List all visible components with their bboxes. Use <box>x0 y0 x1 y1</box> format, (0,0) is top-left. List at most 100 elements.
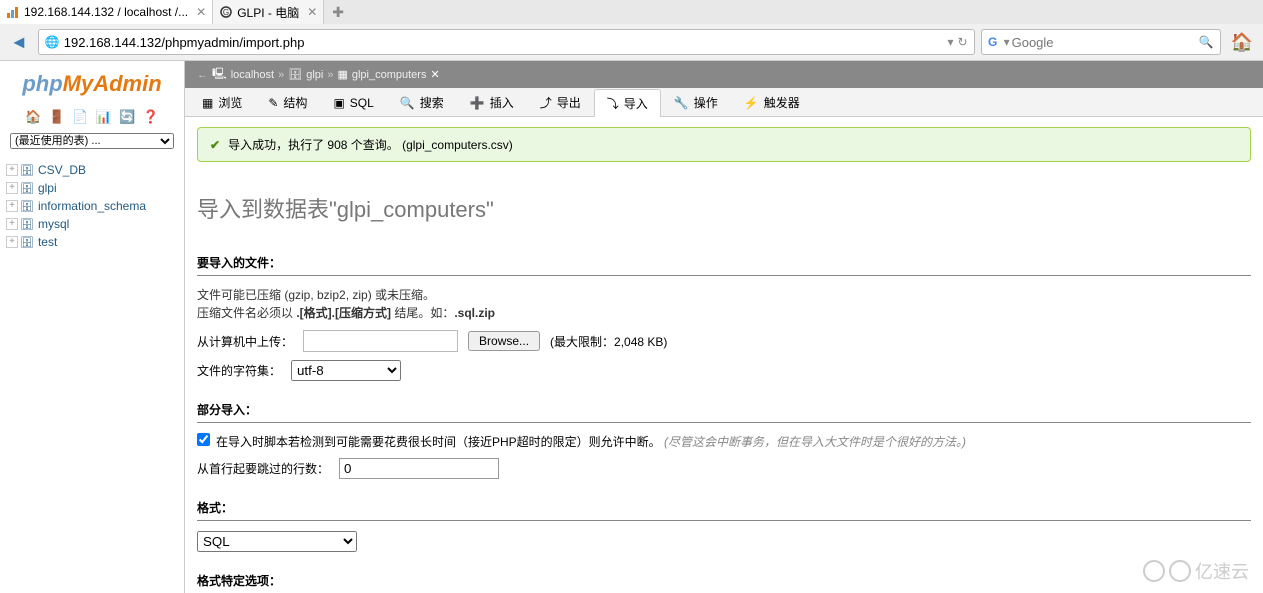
tab-label: 192.168.144.132 / localhost /... <box>24 5 188 19</box>
allow-interrupt-checkbox[interactable] <box>197 433 210 446</box>
expand-icon[interactable]: + <box>6 164 18 176</box>
tab-browse[interactable]: ▦浏览 <box>189 88 255 116</box>
glpi-favicon: G <box>219 5 233 19</box>
browser-tab-1[interactable]: 192.168.144.132 / localhost /... ✕ <box>0 0 213 24</box>
search-icon: 🔍 <box>400 96 415 110</box>
file-limit: (最大限制：2,048 KB) <box>550 333 667 350</box>
tab-import[interactable]: ⤵导入 <box>594 89 661 117</box>
insert-icon: ➕ <box>470 96 485 110</box>
cloud-icon <box>1143 560 1165 582</box>
browser-tab-2[interactable]: G GLPI - 电脑 ✕ <box>213 0 324 24</box>
operations-icon: 🔧 <box>674 96 689 110</box>
reload-icon[interactable]: 🔄 <box>119 109 135 124</box>
tab-insert[interactable]: ➕插入 <box>457 88 527 116</box>
skip-rows-input[interactable] <box>339 458 499 479</box>
recent-tables-select[interactable]: (最近使用的表) ... <box>10 133 174 149</box>
expand-icon[interactable]: + <box>6 200 18 212</box>
chevron-down-icon[interactable]: ▾ <box>1004 35 1010 49</box>
server-icon: 🖳 <box>212 65 227 84</box>
search-input[interactable] <box>1012 35 1199 50</box>
breadcrumb: ← 🖳 localhost » 🗄 glpi » ▦ glpi_computer… <box>185 61 1263 88</box>
charset-select[interactable]: utf-8 <box>291 360 401 381</box>
check-icon: ✔ <box>210 138 220 152</box>
tab-label: GLPI - 电脑 <box>237 4 299 21</box>
breadcrumb-db[interactable]: glpi <box>306 69 323 81</box>
format-section-heading: 格式： <box>197 499 1251 521</box>
structure-icon: ✎ <box>268 96 278 110</box>
new-tab-button[interactable]: ✚ <box>324 4 352 21</box>
home-button[interactable]: 🏠 <box>1227 32 1257 53</box>
dropdown-icon[interactable]: ▾ <box>947 35 953 49</box>
sidebar: phpMyAdmin 🏠 🚪 📄 📊 🔄 ❓ (最近使用的表) ... +🗄CS… <box>0 61 185 593</box>
partial-section-heading: 部分导入： <box>197 401 1251 423</box>
tab-sql[interactable]: ▣SQL <box>320 88 386 116</box>
skip-label: 从首行起要跳过的行数： <box>197 460 329 477</box>
expand-icon[interactable]: + <box>6 218 18 230</box>
compress-note-1: 文件可能已压缩 (gzip, bzip2, zip) 或未压缩。 <box>197 286 1251 304</box>
export-icon: ⤴ <box>540 94 552 111</box>
db-icon: 🗄 <box>288 68 302 81</box>
db-item[interactable]: +🗄test <box>6 233 178 251</box>
db-icon: 🗄 <box>20 200 34 213</box>
main-tabs: ▦浏览 ✎结构 ▣SQL 🔍搜索 ➕插入 ⤴导出 ⤵导入 🔧操作 ⚡触发器 <box>185 88 1263 117</box>
db-icon: 🗄 <box>20 164 34 177</box>
database-tree: +🗄CSV_DB +🗄glpi +🗄information_schema +🗄m… <box>0 153 184 259</box>
expand-icon[interactable]: + <box>6 182 18 194</box>
logout-icon[interactable]: 🚪 <box>49 109 65 124</box>
close-icon[interactable]: ✕ <box>196 5 206 19</box>
db-icon: 🗄 <box>20 236 34 249</box>
db-item[interactable]: +🗄CSV_DB <box>6 161 178 179</box>
watermark: 亿速云 <box>1143 558 1249 584</box>
tab-search[interactable]: 🔍搜索 <box>387 88 457 116</box>
collapse-icon[interactable]: ← <box>197 69 208 81</box>
svg-text:G: G <box>223 8 229 17</box>
browse-icon: ▦ <box>202 96 213 110</box>
expand-icon[interactable]: + <box>6 236 18 248</box>
search-box[interactable]: G ▾ 🔍 <box>981 29 1221 55</box>
db-item[interactable]: +🗄glpi <box>6 179 178 197</box>
cloud-icon <box>1169 560 1191 582</box>
file-input[interactable] <box>303 330 458 352</box>
pma-favicon <box>6 5 20 19</box>
close-icon[interactable]: ✕ <box>430 68 439 81</box>
close-icon[interactable]: ✕ <box>307 5 317 19</box>
tab-operations[interactable]: 🔧操作 <box>661 88 731 116</box>
globe-icon: 🌐 <box>45 35 60 49</box>
home-icon[interactable]: 🏠 <box>25 109 41 124</box>
help-icon[interactable]: ❓ <box>143 109 159 124</box>
triggers-icon: ⚡ <box>744 96 759 110</box>
page-title: 导入到数据表"glpi_computers" <box>197 192 1251 224</box>
tab-export[interactable]: ⤴导出 <box>527 88 594 116</box>
import-icon: ⤵ <box>607 95 619 112</box>
compress-note-2: 压缩文件名必须以 .[格式].[压缩方式] 结尾。如：.sql.zip <box>197 304 1251 322</box>
sql-icon: ▣ <box>333 96 344 110</box>
browse-button[interactable]: Browse... <box>468 331 540 351</box>
success-message: ✔ 导入成功，执行了 908 个查询。 (glpi_computers.csv) <box>197 127 1251 162</box>
tab-triggers[interactable]: ⚡触发器 <box>731 88 813 116</box>
upload-label: 从计算机中上传： <box>197 333 293 350</box>
db-icon: 🗄 <box>20 182 34 195</box>
back-button[interactable]: ◄ <box>6 32 32 53</box>
allow-interrupt-label: 在导入时脚本若检测到可能需要花费很长时间（接近PHP超时的限定）则允许中断。 (… <box>216 433 966 450</box>
sql-icon[interactable]: 📄 <box>72 109 88 124</box>
reload-icon[interactable]: ↻ <box>958 35 968 49</box>
svg-text:G: G <box>988 35 997 49</box>
breadcrumb-server[interactable]: localhost <box>231 69 274 81</box>
url-bar[interactable]: 🌐 ▾ ↻ <box>38 29 975 55</box>
file-section-heading: 要导入的文件： <box>197 254 1251 276</box>
db-item[interactable]: +🗄information_schema <box>6 197 178 215</box>
google-icon: G <box>988 35 1002 49</box>
binoculars-icon[interactable]: 🔍 <box>1199 35 1214 49</box>
url-input[interactable] <box>64 35 948 50</box>
phpmyadmin-logo: phpMyAdmin <box>0 67 184 105</box>
db-item[interactable]: +🗄mysql <box>6 215 178 233</box>
table-icon: ▦ <box>337 68 347 81</box>
success-text: 导入成功，执行了 908 个查询。 (glpi_computers.csv) <box>228 136 513 153</box>
format-options-heading: 格式特定选项： <box>197 572 1251 593</box>
charset-label: 文件的字符集： <box>197 362 281 379</box>
breadcrumb-table[interactable]: glpi_computers <box>352 69 427 81</box>
tab-structure[interactable]: ✎结构 <box>255 88 320 116</box>
format-select[interactable]: SQL <box>197 531 357 552</box>
db-icon: 🗄 <box>20 218 34 231</box>
status-icon[interactable]: 📊 <box>96 109 112 124</box>
